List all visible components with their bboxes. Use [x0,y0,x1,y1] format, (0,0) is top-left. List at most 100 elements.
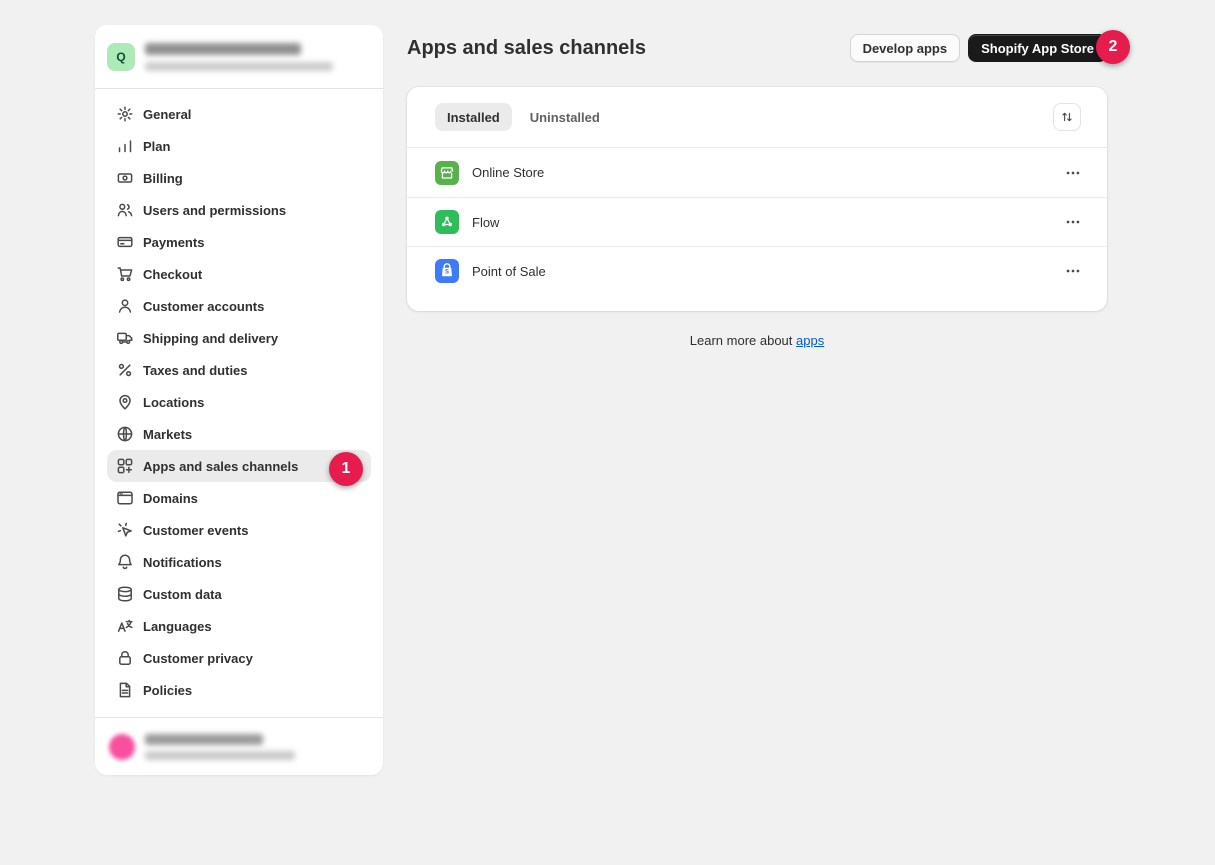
apps-link[interactable]: apps [796,333,824,348]
sidebar-item-label: Custom data [143,587,222,602]
globe-icon [115,424,135,444]
sidebar-item-label: Shipping and delivery [143,331,278,346]
app-name: Online Store [472,165,544,180]
shopify-app-store-button[interactable]: Shopify App Store [968,34,1107,62]
main-content: Apps and sales channels Develop apps Sho… [407,25,1107,348]
sidebar-item-languages[interactable]: Languages [107,610,371,642]
sidebar-item-billing[interactable]: Billing [107,162,371,194]
banknote-icon [115,168,135,188]
sidebar-item-label: Locations [143,395,204,410]
app-row-menu-button[interactable] [1059,208,1087,236]
sidebar-item-label: Taxes and duties [143,363,248,378]
ellipsis-icon [1064,164,1082,182]
page-title: Apps and sales channels [407,37,646,60]
sidebar-item-label: Apps and sales channels [143,459,298,474]
sort-arrows-icon [1059,109,1075,125]
tab-uninstalled[interactable]: Uninstalled [518,103,612,131]
percent-icon [115,360,135,380]
shopify-settings-page: Q General Plan Billing Users and permission… [0,0,1215,865]
learn-more-prefix: Learn more about [690,333,796,348]
sidebar-item-checkout[interactable]: Checkout [107,258,371,290]
sidebar-item-users-and-permissions[interactable]: Users and permissions [107,194,371,226]
sidebar-item-label: Billing [143,171,183,186]
translate-icon [115,616,135,636]
apps-list: Online Store Flow SPoint of Sale [407,148,1107,295]
sidebar-item-label: Notifications [143,555,222,570]
ellipsis-icon [1064,213,1082,231]
apps-card-tabs: Installed Uninstalled [407,87,1107,148]
bell-icon [115,552,135,572]
tab-installed[interactable]: Installed [435,103,512,131]
online-store-icon [435,161,459,185]
develop-apps-button[interactable]: Develop apps [850,34,961,62]
gear-icon [115,104,135,124]
sidebar-item-shipping-and-delivery[interactable]: Shipping and delivery [107,322,371,354]
sidebar-item-customer-events[interactable]: Customer events [107,514,371,546]
location-pin-icon [115,392,135,412]
cart-icon [115,264,135,284]
sidebar-item-label: Customer accounts [143,299,264,314]
people-icon [115,200,135,220]
svg-text:S: S [445,269,449,276]
app-row-online-store[interactable]: Online Store [407,148,1107,197]
sidebar-item-label: Payments [143,235,204,250]
sidebar-item-domains[interactable]: Domains [107,482,371,514]
sidebar-item-label: General [143,107,191,122]
sidebar-item-label: Plan [143,139,170,154]
store-avatar-initial: Q [116,50,125,64]
truck-icon [115,328,135,348]
store-email-redacted [145,62,333,71]
credit-card-icon [115,232,135,252]
window-icon [115,488,135,508]
store-name-redacted [145,43,301,55]
sort-button[interactable] [1053,103,1081,131]
ellipsis-icon [1064,262,1082,280]
person-icon [115,296,135,316]
user-identity [145,734,295,760]
sidebar-item-label: Customer events [143,523,248,538]
settings-nav: General Plan Billing Users and permissions P… [95,89,383,717]
sidebar-item-markets[interactable]: Markets [107,418,371,450]
app-name: Flow [472,215,499,230]
sidebar-item-label: Languages [143,619,212,634]
sidebar-item-label: Customer privacy [143,651,253,666]
sidebar-item-taxes-and-duties[interactable]: Taxes and duties [107,354,371,386]
user-avatar [109,734,135,760]
apps-card: Installed Uninstalled Online Store Flow SP… [407,87,1107,311]
app-row-menu-button[interactable] [1059,159,1087,187]
sidebar-item-general[interactable]: General [107,98,371,130]
sidebar-item-label: Checkout [143,267,202,282]
annotation-badge-1: 1 [329,452,363,486]
user-email-redacted [145,751,295,760]
app-row-menu-button[interactable] [1059,257,1087,285]
sidebar-item-label: Users and permissions [143,203,286,218]
cursor-click-icon [115,520,135,540]
bar-chart-icon [115,136,135,156]
settings-sidebar: Q General Plan Billing Users and permission… [95,25,383,775]
page-header: Apps and sales channels Develop apps Sho… [407,25,1107,71]
sidebar-item-customer-accounts[interactable]: Customer accounts [107,290,371,322]
pos-icon: S [435,259,459,283]
user-name-redacted [145,734,263,745]
flow-icon [435,210,459,234]
sidebar-item-label: Domains [143,491,198,506]
store-avatar: Q [107,43,135,71]
user-account[interactable] [95,717,383,775]
sidebar-item-customer-privacy[interactable]: Customer privacy [107,642,371,674]
sidebar-item-label: Markets [143,427,192,442]
sidebar-item-payments[interactable]: Payments [107,226,371,258]
app-row-point-of-sale[interactable]: SPoint of Sale [407,246,1107,295]
sidebar-item-label: Policies [143,683,192,698]
lock-icon [115,648,135,668]
header-actions: Develop apps Shopify App Store [850,34,1107,62]
sidebar-item-policies[interactable]: Policies [107,674,371,706]
store-switcher[interactable]: Q [95,25,383,89]
learn-more-text: Learn more about apps [407,333,1107,348]
sidebar-item-locations[interactable]: Locations [107,386,371,418]
sidebar-item-notifications[interactable]: Notifications [107,546,371,578]
app-row-flow[interactable]: Flow [407,197,1107,246]
sidebar-item-plan[interactable]: Plan [107,130,371,162]
annotation-badge-2: 2 [1096,30,1130,64]
database-icon [115,584,135,604]
sidebar-item-custom-data[interactable]: Custom data [107,578,371,610]
